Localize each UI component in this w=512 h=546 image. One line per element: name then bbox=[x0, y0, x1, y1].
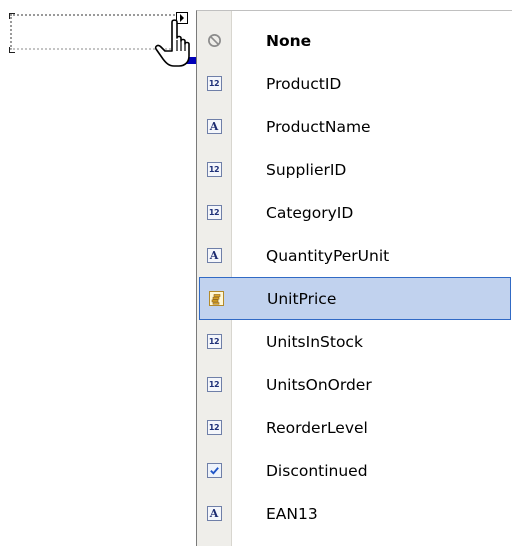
column-item-ean13[interactable]: A EAN13 bbox=[197, 492, 512, 535]
column-list: None 12 ProductID A ProductName 12 SupplierID 1… bbox=[197, 19, 512, 535]
column-item-label: EAN13 bbox=[266, 504, 318, 523]
control-placeholder[interactable] bbox=[10, 14, 178, 50]
icon-slot: 12 bbox=[197, 205, 231, 220]
number-icon: 12 bbox=[206, 76, 222, 91]
column-item-unitsonorder[interactable]: 12 UnitsOnOrder bbox=[197, 363, 512, 406]
column-item-quantityperunit[interactable]: A QuantityPerUnit bbox=[197, 234, 512, 277]
corner-marker bbox=[9, 47, 15, 53]
corner-marker bbox=[9, 13, 15, 19]
icon-slot: 12 bbox=[197, 377, 231, 392]
column-item-label: SupplierID bbox=[266, 160, 347, 179]
icon-slot: A bbox=[197, 248, 231, 263]
column-dropdown[interactable]: None 12 ProductID A ProductName 12 SupplierID 1… bbox=[196, 10, 512, 546]
icon-slot bbox=[200, 291, 232, 306]
column-item-reorderlevel[interactable]: 12 ReorderLevel bbox=[197, 406, 512, 449]
column-item-label: ReorderLevel bbox=[266, 418, 368, 437]
icon-slot bbox=[197, 33, 231, 48]
column-item-unitprice[interactable]: UnitPrice bbox=[199, 277, 511, 320]
icon-slot bbox=[197, 463, 231, 478]
text-icon: A bbox=[206, 248, 222, 263]
number-icon: 12 bbox=[206, 205, 222, 220]
currency-icon bbox=[208, 291, 224, 306]
icon-slot: 12 bbox=[197, 162, 231, 177]
column-item-discontinued[interactable]: Discontinued bbox=[197, 449, 512, 492]
none-icon bbox=[207, 34, 221, 47]
number-icon: 12 bbox=[206, 334, 222, 349]
text-icon: A bbox=[206, 506, 222, 521]
icon-slot: 12 bbox=[197, 334, 231, 349]
column-item-label: CategoryID bbox=[266, 203, 354, 222]
column-item-label: ProductID bbox=[266, 74, 342, 93]
column-item-label: QuantityPerUnit bbox=[266, 246, 390, 265]
column-item-categoryid[interactable]: 12 CategoryID bbox=[197, 191, 512, 234]
icon-slot: A bbox=[197, 506, 231, 521]
selection-handle[interactable] bbox=[170, 57, 196, 64]
icon-slot: A bbox=[197, 119, 231, 134]
column-item-productid[interactable]: 12 ProductID bbox=[197, 62, 512, 105]
column-item-label: None bbox=[266, 31, 312, 50]
icon-slot: 12 bbox=[197, 76, 231, 91]
column-item-unitsinstock[interactable]: 12 UnitsInStock bbox=[197, 320, 512, 363]
checkbox-icon bbox=[206, 463, 222, 478]
column-item-label: UnitsOnOrder bbox=[266, 375, 372, 394]
column-item-productname[interactable]: A ProductName bbox=[197, 105, 512, 148]
column-item-supplierid[interactable]: 12 SupplierID bbox=[197, 148, 512, 191]
column-item-label: UnitPrice bbox=[267, 289, 337, 308]
column-item-none[interactable]: None bbox=[197, 19, 512, 62]
number-icon: 12 bbox=[206, 377, 222, 392]
number-icon: 12 bbox=[206, 162, 222, 177]
smart-tag-arrow-button[interactable] bbox=[176, 12, 188, 24]
column-item-label: ProductName bbox=[266, 117, 371, 136]
number-icon: 12 bbox=[206, 420, 222, 435]
text-icon: A bbox=[206, 119, 222, 134]
icon-slot: 12 bbox=[197, 420, 231, 435]
column-item-label: Discontinued bbox=[266, 461, 368, 480]
column-item-label: UnitsInStock bbox=[266, 332, 363, 351]
